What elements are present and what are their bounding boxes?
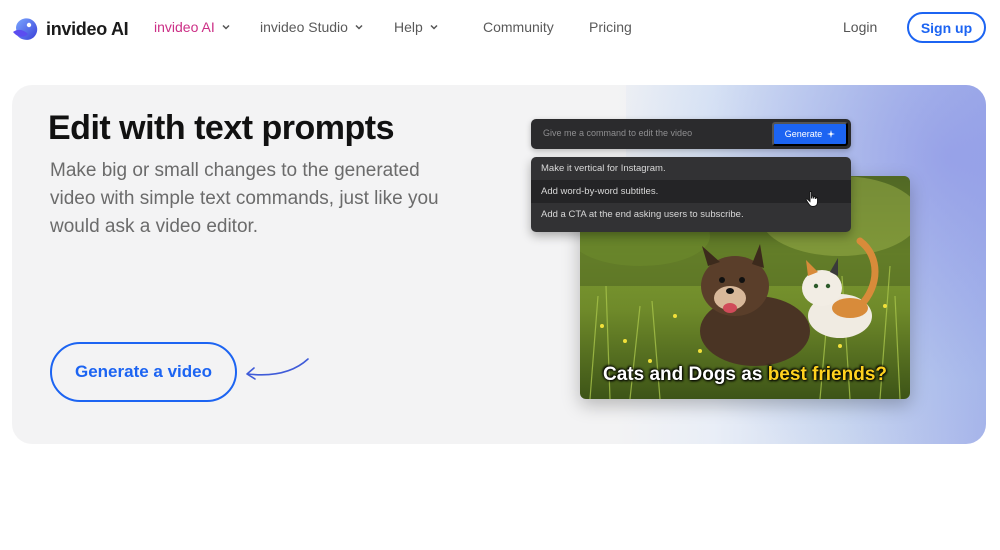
nav-item-invideo-studio[interactable]: invideo Studio xyxy=(260,19,364,35)
signup-button[interactable]: Sign up xyxy=(907,12,986,43)
nav-item-label: invideo Studio xyxy=(260,19,348,35)
suggestion-item[interactable]: Make it vertical for Instagram. xyxy=(531,157,851,180)
suggestion-item[interactable]: Add a CTA at the end asking users to sub… xyxy=(531,203,851,226)
nav-item-community[interactable]: Community xyxy=(483,19,554,35)
sparkle-icon xyxy=(827,130,836,138)
edit-command-input[interactable]: Give me a command to edit the video xyxy=(543,128,692,138)
login-link[interactable]: Login xyxy=(843,19,877,35)
edit-command-bar: Give me a command to edit the video Gene… xyxy=(531,119,851,149)
chevron-down-icon xyxy=(222,24,230,30)
invideo-logo-icon xyxy=(13,18,38,40)
nav-item-label: invideo AI xyxy=(154,19,215,35)
nav-item-label: Help xyxy=(394,19,423,35)
caption-text: Cats and Dogs as xyxy=(602,364,763,385)
chevron-down-icon xyxy=(355,24,363,30)
nav-item-invideo-ai[interactable]: invideo AI xyxy=(154,19,231,35)
nav-item-label: Pricing xyxy=(589,19,632,35)
caption-highlight: best friends? xyxy=(767,364,888,385)
nav-item-pricing[interactable]: Pricing xyxy=(589,19,632,35)
nav-item-label: Community xyxy=(483,19,554,35)
generate-button[interactable]: Generate xyxy=(772,122,848,146)
video-caption: Cats and Dogs as best friends? xyxy=(580,364,910,386)
hand-pointer-icon xyxy=(805,191,818,207)
brand-name: invideo AI xyxy=(46,18,129,39)
arrow-icon xyxy=(246,358,309,380)
generate-video-button[interactable]: Generate a video xyxy=(50,342,237,402)
hero-subheadline: Make big or small changes to the generat… xyxy=(50,160,439,237)
brand-logo[interactable]: invideo AI xyxy=(12,14,129,44)
hero-card: Edit with text prompts Make big or small… xyxy=(12,85,986,444)
suggestion-dropdown: Make it vertical for Instagram. Add word… xyxy=(531,157,851,232)
chevron-down-icon xyxy=(430,24,438,30)
nav-item-help[interactable]: Help xyxy=(394,19,439,35)
suggestion-item[interactable]: Add word-by-word subtitles. xyxy=(531,180,851,203)
generate-button-label: Generate xyxy=(784,129,823,139)
hero-headline: Edit with text prompts xyxy=(48,109,395,147)
top-nav: invideo AI invideo AI invideo Studio Hel… xyxy=(0,0,1000,56)
